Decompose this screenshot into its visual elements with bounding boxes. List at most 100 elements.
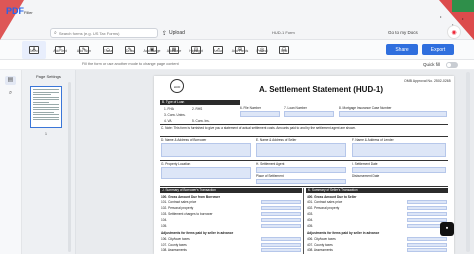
tool-label: Add Date [166, 48, 182, 53]
search-input[interactable] [58, 30, 154, 36]
place-label: Place of Settlement [256, 174, 284, 178]
tool-label: Arrow [213, 48, 223, 53]
adjustment-row-label: 107. County taxes [161, 242, 187, 247]
section-b-header: B. Type of Loan [160, 100, 240, 105]
summary-row-label: 401. Contract sales price [307, 200, 343, 204]
tool-add-image-button[interactable]: ▣ Add Image [140, 41, 164, 59]
settlement-date-field[interactable] [352, 167, 446, 173]
form-note: C. Note: This form is furnished to give … [161, 126, 357, 130]
tool-label: Protect [256, 48, 268, 53]
summary-row-label: 405. [307, 224, 314, 228]
summary-amount-field[interactable] [407, 200, 447, 204]
tool-add-fields-button[interactable]: ⊞ Add Fields [228, 41, 252, 59]
export-button[interactable]: Export [422, 44, 454, 55]
summary-row-label: 404. [307, 218, 314, 222]
summary-row-label: 103. Settlement charges to borrower [161, 212, 213, 216]
seller-field[interactable] [256, 143, 346, 157]
loan-type-rhs[interactable]: 2. RHS [192, 107, 202, 111]
adjustment-amount-field[interactable] [407, 237, 447, 241]
summary-amount-field[interactable] [261, 218, 301, 222]
tool-split-button[interactable]: ⊟ Split [272, 41, 296, 59]
disbursement-label: Disbursement Date [352, 174, 380, 178]
canvas-scrollbar[interactable] [466, 72, 470, 252]
tool-protect-button[interactable]: ◎ Protect [250, 41, 274, 59]
adjustment-row-label: 408. Assessments [307, 248, 333, 252]
loan-type-conv-unins[interactable]: 3. Conv. Unins. [164, 113, 186, 117]
document-page: OMB Approval No. 2502-0265 HUD A. Settle… [154, 76, 454, 254]
summary-amount-field[interactable] [261, 224, 301, 228]
tool-erase-button[interactable]: ◇ Erase [96, 41, 120, 59]
thumbnail-panel: Page Settings [22, 70, 76, 254]
summary-amount-field[interactable] [261, 212, 301, 216]
search-icon[interactable]: ⌕ [5, 90, 16, 99]
app-logo[interactable]: PDFFiller [6, 6, 33, 16]
tool-arrow-button[interactable]: ↗ Arrow [206, 41, 230, 59]
go-to-docs-link[interactable]: Go to my Docs [388, 30, 418, 35]
tool-label: Add Image [143, 48, 161, 53]
summary-amount-field[interactable] [261, 206, 301, 210]
thumbnail-scrollbar[interactable] [68, 82, 71, 252]
tool-add-date-button[interactable]: ▦ Add Date [162, 41, 186, 59]
borrower-field[interactable] [161, 143, 251, 157]
adjustment-amount-field[interactable] [407, 248, 447, 252]
summary-amount-field[interactable] [407, 212, 447, 216]
property-label: G. Property Location [161, 162, 191, 166]
search-field[interactable]: ⌕ [50, 28, 158, 38]
adjustment-amount-field[interactable] [261, 242, 301, 247]
tool-label: Select [29, 48, 39, 53]
loan-type-va[interactable]: 4. VA [164, 119, 172, 123]
place-field[interactable] [256, 179, 346, 184]
search-icon: ⌕ [54, 30, 57, 36]
top-bar: PDFFiller ⌕ ⇪ Upload HUD-1 Form Go to my… [0, 0, 474, 40]
adjustment-amount-field[interactable] [407, 242, 447, 247]
document-canvas: OMB Approval No. 2502-0265 HUD A. Settle… [76, 70, 474, 254]
section-j-header: J. Summary of Borrower's Transaction [160, 188, 302, 193]
settlement-date-label: I. Settlement Date [352, 162, 378, 166]
chat-support-button[interactable]: ▪ [440, 222, 454, 236]
property-field[interactable] [161, 167, 251, 179]
summary-amount-field[interactable] [407, 206, 447, 210]
page-thumbnail[interactable] [30, 86, 62, 128]
hint-text: Fill the form or use another mode to cha… [82, 62, 179, 66]
tool-select-button[interactable]: A Select [22, 41, 46, 59]
adjustment-row-label: 406. City/town taxes [307, 237, 336, 241]
tool-highlight-button[interactable]: ▤ Highlight [184, 41, 208, 59]
tool-add-text-button[interactable]: T Add Text [48, 41, 72, 59]
tool-label: Draw [125, 48, 135, 53]
adjustment-row-label: 407. County taxes [307, 242, 333, 247]
pages-icon[interactable]: ▤ [5, 76, 16, 85]
decorative-dot: • [440, 14, 442, 19]
adjustments-label: Adjustments for items paid by seller in … [307, 231, 380, 235]
mortgage-case-label: 8. Mortgage Insurance Case Number [339, 106, 392, 110]
tool-label: Highlight [189, 48, 203, 53]
user-avatar[interactable]: ◉ [447, 25, 461, 39]
loan-type-conv-ins[interactable]: 5. Conv. Ins. [192, 119, 210, 123]
loan-number-label: 7. Loan Number [284, 106, 307, 110]
upload-label: Upload [169, 30, 185, 36]
page-settings-label[interactable]: Page Settings [36, 74, 61, 79]
left-rail: ▤ ⌕ [0, 70, 22, 254]
borrower-label: D. Name & Address of Borrower [161, 138, 207, 142]
upload-button[interactable]: ⇪ Upload [162, 28, 185, 38]
quick-fill-toggle[interactable] [446, 62, 458, 68]
tool-label: Erase [103, 48, 113, 53]
agent-field[interactable] [256, 167, 346, 173]
lender-field[interactable] [352, 143, 446, 157]
tool-draw-button[interactable]: ✎ Draw [118, 41, 142, 59]
summary-row-label: 403. [307, 212, 314, 216]
file-number-field[interactable] [240, 111, 280, 117]
chat-icon: ▪ [445, 225, 449, 232]
loan-number-field[interactable] [284, 111, 334, 117]
mortgage-case-field[interactable] [339, 111, 447, 117]
tool-add-sign-button[interactable]: ✎ Add Sign [72, 41, 96, 59]
adjustment-amount-field[interactable] [261, 237, 301, 241]
j-gross-label: 100. Gross Amount Due from Borrower [161, 195, 221, 199]
loan-type-fha[interactable]: 1. FHA [164, 107, 174, 111]
adjustment-row-label: 106. City/town taxes [161, 237, 190, 241]
summary-amount-field[interactable] [261, 200, 301, 204]
adjustment-amount-field[interactable] [261, 248, 301, 252]
file-number-label: 6. File Number [240, 106, 261, 110]
share-button[interactable]: Share [386, 44, 418, 55]
quick-fill-label: Quick fill [423, 62, 441, 67]
adjustments-label: Adjustments for items paid by seller in … [161, 231, 234, 235]
